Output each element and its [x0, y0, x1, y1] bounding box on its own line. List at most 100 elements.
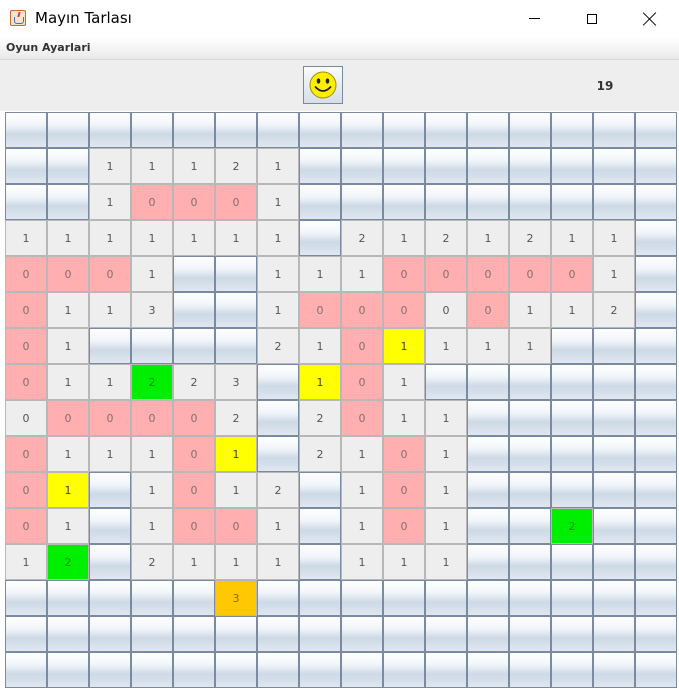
revealed-cell[interactable]: 2 [47, 544, 89, 580]
revealed-cell[interactable]: 1 [383, 544, 425, 580]
revealed-cell[interactable]: 1 [257, 292, 299, 328]
revealed-cell[interactable]: 1 [551, 292, 593, 328]
revealed-cell[interactable]: 1 [509, 328, 551, 364]
hidden-cell-button[interactable] [47, 184, 89, 220]
hidden-cell-button[interactable] [299, 652, 341, 688]
revealed-cell[interactable]: 0 [173, 400, 215, 436]
revealed-cell[interactable]: 1 [47, 220, 89, 256]
hidden-cell-button[interactable] [593, 508, 635, 544]
revealed-cell[interactable]: 1 [5, 544, 47, 580]
revealed-cell[interactable]: 1 [383, 364, 425, 400]
hidden-cell-button[interactable] [551, 544, 593, 580]
revealed-cell[interactable]: 0 [173, 508, 215, 544]
revealed-cell[interactable]: 1 [425, 436, 467, 472]
revealed-cell[interactable]: 1 [215, 472, 257, 508]
hidden-cell-button[interactable] [5, 112, 47, 148]
revealed-cell[interactable]: 1 [467, 220, 509, 256]
revealed-cell[interactable]: 0 [425, 292, 467, 328]
revealed-cell[interactable]: 0 [131, 400, 173, 436]
hidden-cell-button[interactable] [635, 184, 677, 220]
revealed-cell[interactable]: 0 [173, 472, 215, 508]
hidden-cell-button[interactable] [635, 400, 677, 436]
hidden-cell-button[interactable] [635, 364, 677, 400]
revealed-cell[interactable]: 1 [509, 292, 551, 328]
revealed-cell[interactable]: 0 [5, 256, 47, 292]
hidden-cell-button[interactable] [5, 184, 47, 220]
hidden-cell-button[interactable] [173, 580, 215, 616]
revealed-cell[interactable]: 1 [425, 544, 467, 580]
revealed-cell[interactable]: 1 [299, 256, 341, 292]
hidden-cell-button[interactable] [551, 436, 593, 472]
hidden-cell-button[interactable] [299, 220, 341, 256]
hidden-cell-button[interactable] [425, 184, 467, 220]
hidden-cell-button[interactable] [257, 580, 299, 616]
hidden-cell-button[interactable] [341, 652, 383, 688]
hidden-cell-button[interactable] [551, 148, 593, 184]
hidden-cell-button[interactable] [173, 328, 215, 364]
hidden-cell-button[interactable] [47, 652, 89, 688]
revealed-cell[interactable]: 3 [215, 364, 257, 400]
hidden-cell-button[interactable] [89, 580, 131, 616]
close-button[interactable] [621, 0, 679, 37]
hidden-cell-button[interactable] [257, 400, 299, 436]
revealed-cell[interactable]: 1 [131, 148, 173, 184]
hidden-cell-button[interactable] [635, 256, 677, 292]
revealed-cell[interactable]: 1 [257, 508, 299, 544]
revealed-cell[interactable]: 2 [131, 364, 173, 400]
revealed-cell[interactable]: 1 [131, 472, 173, 508]
hidden-cell-button[interactable] [635, 328, 677, 364]
hidden-cell-button[interactable] [425, 580, 467, 616]
revealed-cell[interactable]: 1 [341, 436, 383, 472]
revealed-cell[interactable]: 1 [89, 184, 131, 220]
hidden-cell-button[interactable] [593, 616, 635, 652]
new-game-smiley-button[interactable] [303, 66, 343, 104]
revealed-cell[interactable]: 1 [383, 328, 425, 364]
revealed-cell[interactable]: 0 [383, 436, 425, 472]
revealed-cell[interactable]: 1 [593, 220, 635, 256]
hidden-cell-button[interactable] [131, 652, 173, 688]
hidden-cell-button[interactable] [215, 292, 257, 328]
revealed-cell[interactable]: 2 [299, 436, 341, 472]
hidden-cell-button[interactable] [215, 652, 257, 688]
hidden-cell-button[interactable] [131, 112, 173, 148]
revealed-cell[interactable]: 1 [425, 472, 467, 508]
hidden-cell-button[interactable] [173, 652, 215, 688]
revealed-cell[interactable]: 1 [425, 328, 467, 364]
hidden-cell-button[interactable] [635, 220, 677, 256]
revealed-cell[interactable]: 1 [5, 220, 47, 256]
revealed-cell[interactable]: 0 [5, 364, 47, 400]
revealed-cell[interactable]: 1 [89, 220, 131, 256]
hidden-cell-button[interactable] [593, 436, 635, 472]
hidden-cell-button[interactable] [257, 364, 299, 400]
hidden-cell-button[interactable] [551, 652, 593, 688]
revealed-cell[interactable]: 1 [257, 256, 299, 292]
hidden-cell-button[interactable] [551, 364, 593, 400]
hidden-cell-button[interactable] [299, 508, 341, 544]
revealed-cell[interactable]: 1 [341, 472, 383, 508]
revealed-cell[interactable]: 1 [341, 544, 383, 580]
hidden-cell-button[interactable] [425, 148, 467, 184]
menu-oyun-ayarlari[interactable]: Oyun Ayarlari [6, 41, 91, 54]
hidden-cell-button[interactable] [47, 616, 89, 652]
hidden-cell-button[interactable] [131, 580, 173, 616]
hidden-cell-button[interactable] [467, 184, 509, 220]
hidden-cell-button[interactable] [383, 580, 425, 616]
hidden-cell-button[interactable] [383, 652, 425, 688]
revealed-cell[interactable]: 1 [47, 508, 89, 544]
revealed-cell[interactable]: 1 [425, 400, 467, 436]
hidden-cell-button[interactable] [509, 616, 551, 652]
revealed-cell[interactable]: 1 [173, 220, 215, 256]
hidden-cell-button[interactable] [215, 328, 257, 364]
revealed-cell[interactable]: 0 [425, 256, 467, 292]
hidden-cell-button[interactable] [89, 652, 131, 688]
hidden-cell-button[interactable] [509, 652, 551, 688]
hidden-cell-button[interactable] [383, 616, 425, 652]
revealed-cell[interactable]: 2 [551, 508, 593, 544]
revealed-cell[interactable]: 1 [383, 220, 425, 256]
hidden-cell-button[interactable] [173, 292, 215, 328]
hidden-cell-button[interactable] [89, 112, 131, 148]
hidden-cell-button[interactable] [299, 544, 341, 580]
hidden-cell-button[interactable] [425, 652, 467, 688]
hidden-cell-button[interactable] [383, 184, 425, 220]
hidden-cell-button[interactable] [257, 112, 299, 148]
